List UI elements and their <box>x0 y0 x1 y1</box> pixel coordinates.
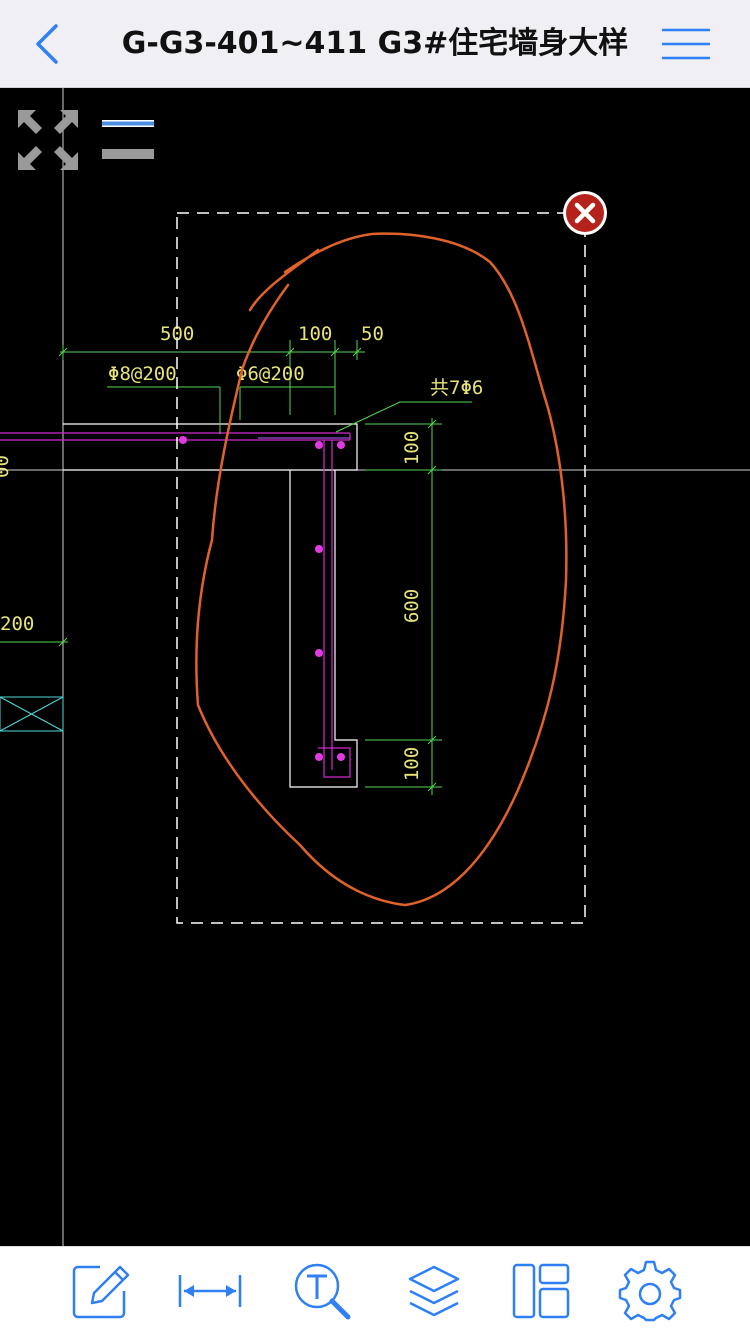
dimension-arrow-icon <box>178 1275 242 1307</box>
partial-label-200: 200 <box>0 613 34 635</box>
layers-button[interactable] <box>402 1259 466 1323</box>
dimension-label-100-top: 100 <box>298 323 332 345</box>
dimension-label-100-right-bottom: 100 <box>401 747 423 781</box>
drawing-canvas[interactable]: 500 100 50 Φ8@200 Φ6@200 共7Φ6 200 00 100… <box>0 88 750 1246</box>
dimension-label-600: 600 <box>401 589 423 623</box>
dimension-lines <box>0 340 472 795</box>
layout-panels-icon <box>512 1263 570 1319</box>
chevron-left-icon <box>36 24 58 64</box>
menu-button[interactable] <box>656 22 716 66</box>
settings-button[interactable] <box>618 1259 682 1323</box>
text-search-icon <box>294 1263 351 1320</box>
partial-label-00: 00 <box>0 455 13 478</box>
close-selection-button[interactable] <box>560 188 610 238</box>
bottom-toolbar <box>0 1246 750 1334</box>
gear-icon <box>618 1260 682 1322</box>
layer-lines-icon <box>102 120 154 159</box>
close-icon <box>563 191 607 235</box>
rebar-label-total: 共7Φ6 <box>430 377 483 399</box>
wall-outline-horizontal <box>63 423 358 471</box>
annotate-button[interactable] <box>68 1259 132 1323</box>
partial-section-left <box>0 696 64 732</box>
fullscreen-button[interactable] <box>14 106 82 174</box>
page-title: G-G3-401~411 G3#住宅墙身大样 <box>121 26 629 61</box>
dimension-label-100-right-top: 100 <box>401 431 423 465</box>
rebar-label-phi8: Φ8@200 <box>108 363 177 385</box>
dimension-label-50: 50 <box>361 323 384 345</box>
hamburger-menu-icon <box>662 28 710 60</box>
cad-drawing: 500 100 50 Φ8@200 Φ6@200 共7Φ6 200 00 100… <box>0 88 750 1246</box>
text-search-button[interactable] <box>290 1259 354 1323</box>
layout-button[interactable] <box>510 1259 574 1323</box>
layer-toggle-button[interactable] <box>98 112 160 164</box>
back-button[interactable] <box>22 18 72 70</box>
expand-arrows-icon <box>18 110 78 170</box>
layers-icon <box>408 1265 460 1317</box>
measure-button[interactable] <box>178 1259 242 1323</box>
selection-frame <box>176 212 586 924</box>
rebar-label-phi6: Φ6@200 <box>236 363 305 385</box>
rebar-points <box>179 436 345 761</box>
pencil-edit-icon <box>72 1265 130 1319</box>
navigation-bar: G-G3-401~411 G3#住宅墙身大样 <box>0 0 750 88</box>
